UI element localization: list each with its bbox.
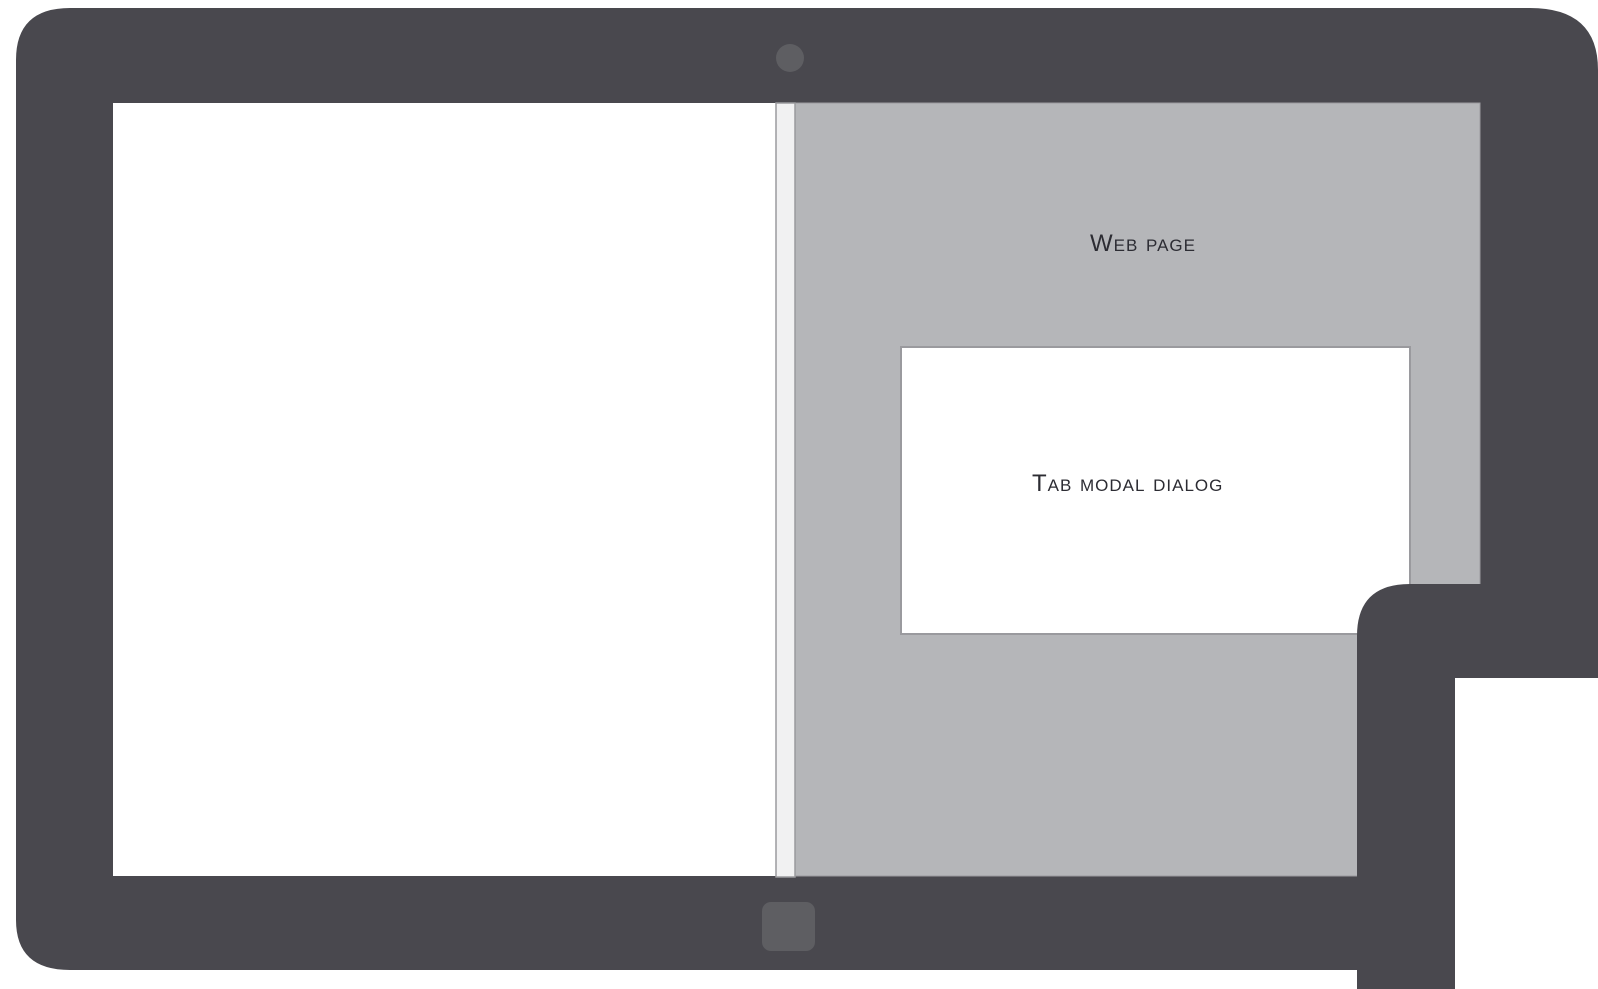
tablet-illustration xyxy=(16,8,1598,989)
outside-area xyxy=(1455,678,1598,989)
home-button-icon[interactable] xyxy=(762,902,815,951)
camera-icon xyxy=(776,44,804,72)
split-divider[interactable] xyxy=(775,102,796,878)
left-pane xyxy=(113,103,776,876)
tablet-diagram: Web page Tab modal dialog xyxy=(0,0,1598,989)
tab-modal-dialog-label: Tab modal dialog xyxy=(1032,470,1224,497)
web-page-label: Web page xyxy=(1090,230,1196,257)
